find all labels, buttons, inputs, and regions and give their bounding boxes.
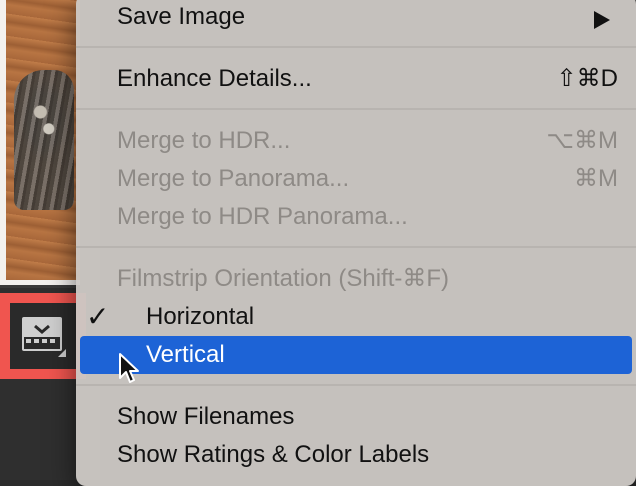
menu-item-show-filenames[interactable]: Show Filenames	[76, 398, 636, 436]
cat-image	[14, 70, 74, 210]
menu-item-label: Merge to HDR Panorama...	[117, 203, 408, 230]
menu-item-show-ratings[interactable]: Show Ratings & Color Labels	[76, 436, 636, 474]
filmstrip-orientation-button-highlight	[0, 293, 86, 379]
shortcut-label: ⌘M	[574, 165, 618, 192]
shortcut-label: ⌥⌘M	[546, 127, 618, 154]
shortcut-label: ⇧⌘D	[556, 65, 618, 92]
menu-item-label: Vertical	[146, 341, 225, 368]
menu-separator	[76, 384, 636, 386]
menu-item-vertical[interactable]: Vertical	[80, 336, 632, 374]
menu-item-label: Save Image	[117, 3, 246, 30]
menu-item-label: Horizontal	[146, 303, 255, 330]
menu-item-merge-panorama: Merge to Panorama... ⌘M	[76, 160, 636, 198]
photo-thumbnail-frame	[0, 0, 80, 285]
menu-item-label: Enhance Details...	[117, 65, 312, 92]
menu-section-label: Filmstrip Orientation (Shift-⌘F)	[117, 265, 450, 292]
submenu-arrow-icon	[594, 11, 610, 29]
menu-item-merge-hdr-panorama: Merge to HDR Panorama...	[76, 198, 636, 236]
menu-item-label: Show Filenames	[117, 403, 295, 430]
menu-section-filmstrip-orientation: Filmstrip Orientation (Shift-⌘F)	[76, 260, 636, 298]
menu-item-label: Merge to Panorama...	[117, 165, 350, 192]
menu-separator	[76, 108, 636, 110]
menu-item-label: Merge to HDR...	[117, 127, 291, 154]
menu-item-merge-hdr: Merge to HDR... ⌥⌘M	[76, 122, 636, 160]
checkmark-icon: ✓	[86, 301, 110, 332]
filmstrip-orientation-icon	[22, 317, 66, 357]
menu-item-enhance-details[interactable]: Enhance Details... ⇧⌘D	[76, 60, 636, 98]
context-menu: Save Image Enhance Details... ⇧⌘D Merge …	[76, 0, 636, 486]
menu-item-horizontal[interactable]: ✓ Horizontal	[76, 298, 636, 336]
menu-item-label: Show Ratings & Color Labels	[117, 441, 430, 468]
filmstrip-orientation-button[interactable]	[10, 303, 76, 369]
mouse-pointer-icon	[119, 353, 139, 383]
menu-item-save-image[interactable]: Save Image	[76, 0, 636, 36]
cat-photo	[6, 0, 80, 280]
menu-separator	[76, 246, 636, 248]
menu-separator	[76, 46, 636, 48]
